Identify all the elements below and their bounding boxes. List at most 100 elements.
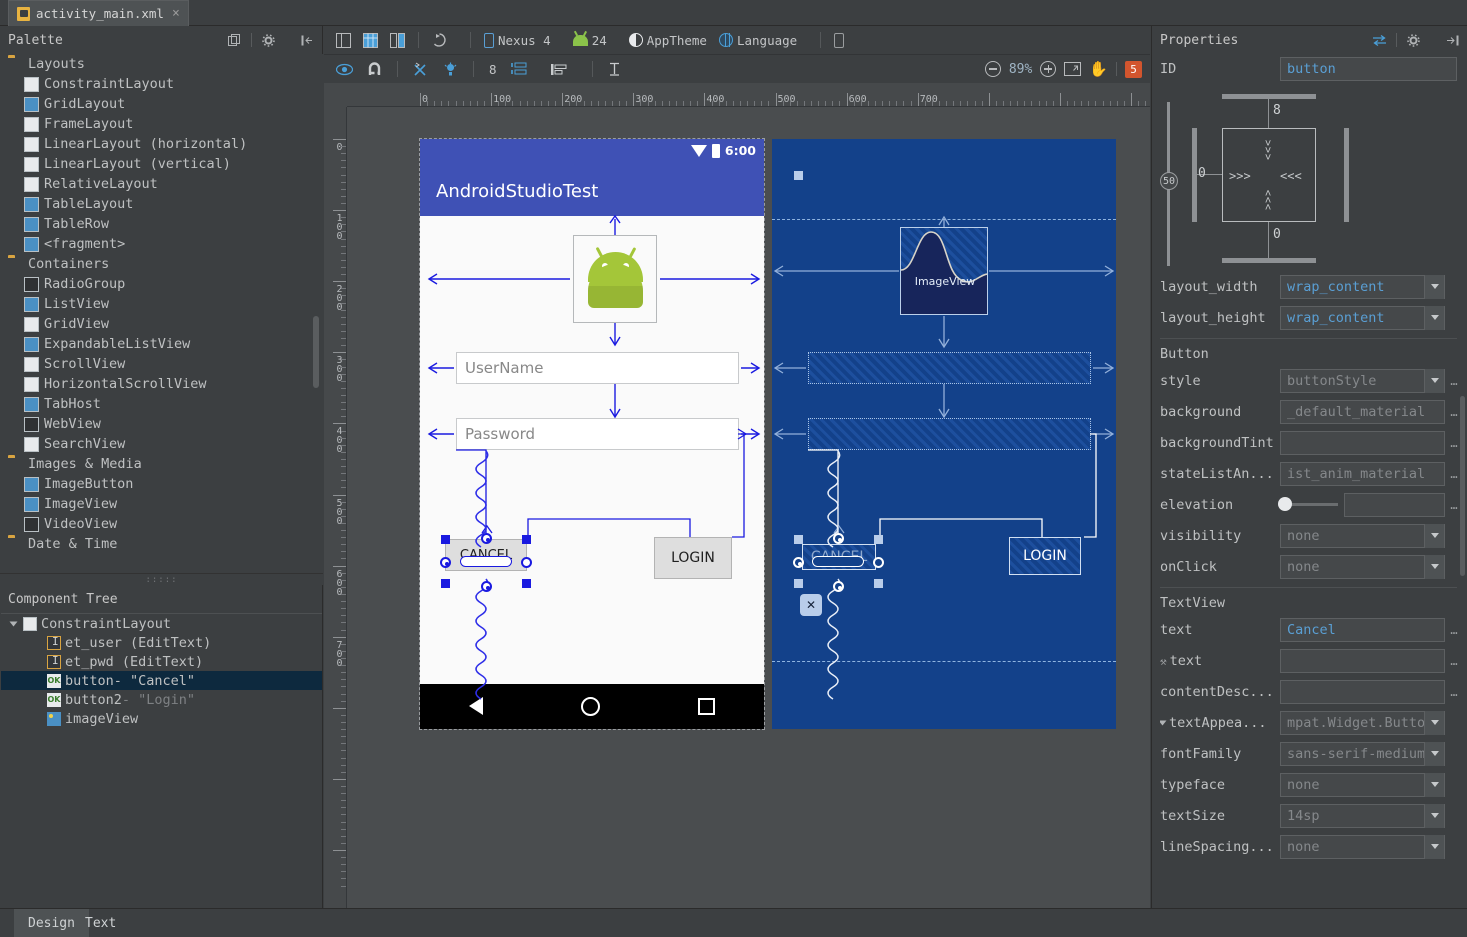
palette-item-radiogroup[interactable]: RadioGroup: [0, 274, 323, 294]
tree-node-button2[interactable]: OKbutton2 - "Login": [1, 690, 322, 709]
chevron-down-icon[interactable]: [1424, 742, 1444, 766]
infer-constraints-icon[interactable]: [439, 60, 462, 79]
align-icon[interactable]: [547, 60, 581, 79]
slider-thumb[interactable]: [1278, 497, 1292, 511]
chevron-down-icon[interactable]: [1424, 711, 1444, 735]
recents-icon[interactable]: [698, 698, 715, 715]
property-value-layout-width[interactable]: wrap_content: [1280, 275, 1445, 299]
property-value-text[interactable]: Cancel: [1280, 618, 1445, 642]
orientation-button[interactable]: [428, 31, 461, 50]
property-more-button-text[interactable]: …: [1445, 623, 1463, 637]
property-value-textappea[interactable]: mpat.Widget.Button: [1280, 711, 1445, 735]
bp-anchor-left[interactable]: [793, 557, 804, 568]
palette-item-framelayout[interactable]: FrameLayout: [0, 114, 323, 134]
palette-item-horizontalscrollview[interactable]: HorizontalScrollView: [0, 374, 323, 394]
error-count-badge[interactable]: 5: [1125, 61, 1142, 78]
vertical-bias-value[interactable]: 50: [1160, 172, 1178, 190]
palette-item-tablerow[interactable]: TableRow: [0, 214, 323, 234]
property-more-button-text[interactable]: …: [1445, 654, 1463, 668]
tree-node-constraintlayout[interactable]: ConstraintLayout: [1, 614, 322, 633]
palette-group-images-media[interactable]: Images & Media: [0, 454, 323, 474]
property-more-button-contentdesc[interactable]: …: [1445, 685, 1463, 699]
chevron-down-icon[interactable]: [10, 621, 18, 626]
palette-item-gridview[interactable]: GridView: [0, 314, 323, 334]
bp-baseline-anchor[interactable]: [812, 556, 864, 567]
property-value-contentdesc[interactable]: [1280, 680, 1445, 704]
id-input[interactable]: button: [1280, 57, 1457, 81]
selection-handle-br[interactable]: [522, 579, 531, 588]
palette-item-linearlayout-horizontal[interactable]: LinearLayout (horizontal): [0, 134, 323, 154]
palette-item-searchview[interactable]: SearchView: [0, 434, 323, 454]
blueprint-mode-button[interactable]: [359, 31, 382, 50]
palette-item-tabhost[interactable]: TabHost: [0, 394, 323, 414]
blueprint-password-edittext[interactable]: [808, 418, 1091, 450]
property-more-button-style[interactable]: …: [1445, 374, 1463, 388]
properties-scrollbar[interactable]: [1460, 396, 1465, 576]
palette-item-tablelayout[interactable]: TableLayout: [0, 194, 323, 214]
palette-item-listview[interactable]: ListView: [0, 294, 323, 314]
gear-icon[interactable]: [260, 32, 277, 49]
tree-node-et_user[interactable]: et_user (EditText): [1, 633, 322, 652]
property-value-visibility[interactable]: none: [1280, 524, 1445, 548]
width-expand-right-icon[interactable]: <<<: [1280, 169, 1302, 183]
property-value-fontfamily[interactable]: sans-serif-medium: [1280, 742, 1445, 766]
clear-constraints-icon[interactable]: [409, 60, 433, 79]
panel-splitter[interactable]: :::::: [0, 573, 323, 585]
constraint-anchor-right[interactable]: [521, 557, 532, 568]
blueprint-selection-handle-tl[interactable]: [794, 171, 803, 180]
guidelines-icon[interactable]: [604, 60, 635, 79]
tree-node-et_pwd[interactable]: et_pwd (EditText): [1, 652, 322, 671]
pack-icon[interactable]: [507, 60, 541, 79]
height-chevrons-icon[interactable]: ˅˅˅: [1256, 140, 1280, 161]
palette-group-containers[interactable]: Containers: [0, 254, 323, 274]
design-mode-button[interactable]: [332, 31, 355, 50]
property-value-style[interactable]: buttonStyle: [1280, 369, 1445, 393]
imageview-widget[interactable]: [573, 235, 657, 323]
palette-item-constraintlayout[interactable]: ConstraintLayout: [0, 74, 323, 94]
palette-item-imageview[interactable]: ImageView: [0, 494, 323, 514]
blueprint-imageview[interactable]: ImageView: [900, 227, 988, 315]
device-variant-selector[interactable]: [830, 31, 858, 50]
property-value-elevation[interactable]: [1344, 493, 1445, 517]
design-canvas[interactable]: 0100200300400500600700 01002003004005006…: [324, 83, 1150, 908]
autoconnect-magnet-icon[interactable]: [363, 60, 386, 79]
bp-handle-bl[interactable]: [794, 579, 803, 588]
palette-item-webview[interactable]: WebView: [0, 414, 323, 434]
tab-text[interactable]: Text: [71, 909, 130, 937]
width-expand-left-icon[interactable]: >>>: [1229, 169, 1251, 183]
password-edittext[interactable]: Password: [456, 418, 739, 450]
chevron-down-icon[interactable]: [1424, 524, 1444, 548]
property-value-backgroundtint[interactable]: [1280, 431, 1445, 455]
blueprint-preview[interactable]: ImageView CANCEL LOGIN: [772, 139, 1116, 729]
property-slider-elevation[interactable]: [1280, 503, 1338, 506]
api-selector[interactable]: 24: [569, 31, 621, 50]
gear-icon[interactable]: [1405, 32, 1422, 49]
pan-hand-icon[interactable]: ✋: [1089, 62, 1108, 77]
hide-panel-icon[interactable]: [1444, 32, 1461, 49]
bp-handle-tl[interactable]: [794, 535, 803, 544]
selection-handle-tl[interactable]: [441, 535, 450, 544]
close-icon[interactable]: ×: [172, 6, 180, 21]
home-icon[interactable]: [581, 697, 600, 716]
bp-handle-tr[interactable]: [874, 535, 883, 544]
toggle-view-icon[interactable]: [1371, 32, 1388, 49]
property-value-layout-height[interactable]: wrap_content: [1280, 306, 1445, 330]
blueprint-username-edittext[interactable]: [808, 352, 1091, 384]
default-margin-value[interactable]: 8: [485, 60, 501, 79]
device-selector[interactable]: Nexus 4: [480, 31, 565, 50]
palette-item-videoview[interactable]: VideoView: [0, 514, 323, 534]
zoom-out-icon[interactable]: [985, 61, 1001, 77]
chevron-down-icon[interactable]: [1424, 835, 1444, 859]
canvas-stage[interactable]: 6:00 AndroidStudioTest: [347, 107, 1150, 908]
palette-item-scrollview[interactable]: ScrollView: [0, 354, 323, 374]
tree-node-button[interactable]: OKbutton - "Cancel": [1, 671, 322, 690]
chevron-down-icon[interactable]: [1160, 720, 1167, 725]
language-selector[interactable]: Language: [715, 31, 811, 50]
selection-handle-tr[interactable]: [522, 535, 531, 544]
property-value-text[interactable]: [1280, 649, 1445, 673]
theme-selector[interactable]: AppTheme: [625, 31, 711, 50]
back-icon[interactable]: [469, 697, 484, 716]
bp-handle-br[interactable]: [874, 579, 883, 588]
chevron-down-icon[interactable]: [1424, 773, 1444, 797]
selection-handle-bl[interactable]: [441, 579, 450, 588]
